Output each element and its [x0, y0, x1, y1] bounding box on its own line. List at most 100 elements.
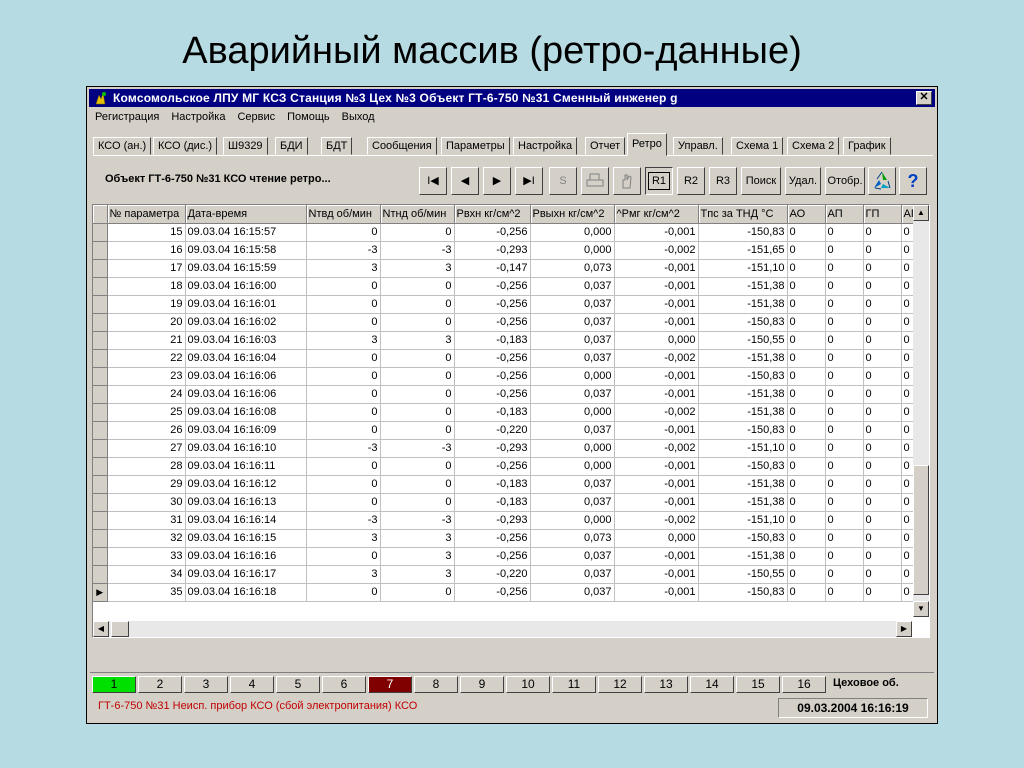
table-cell[interactable]: 0,037 — [530, 493, 615, 512]
table-cell[interactable]: 0 — [380, 583, 455, 602]
table-row[interactable]: 27 09.03.04 16:16:10 -3 -3 -0,293 0,000 -0,002… — [93, 439, 920, 458]
table-cell[interactable]: 0 — [825, 277, 864, 296]
table-cell[interactable]: 3 — [380, 259, 455, 278]
table-cell[interactable]: 0 — [825, 493, 864, 512]
table-cell[interactable]: 09.03.04 16:16:01 — [185, 295, 307, 314]
table-cell[interactable]: 0 — [863, 583, 902, 602]
h-scroll-thumb[interactable] — [111, 621, 129, 637]
table-cell[interactable]: 0 — [306, 223, 381, 242]
table-cell[interactable]: 0,000 — [530, 439, 615, 458]
table-cell[interactable]: 09.03.04 16:16:06 — [185, 385, 307, 404]
table-cell[interactable]: 30 — [107, 493, 186, 512]
table-cell[interactable]: 20 — [107, 313, 186, 332]
table-cell[interactable]: 0 — [306, 385, 381, 404]
table-cell[interactable]: -3 — [306, 439, 381, 458]
table-row[interactable]: 26 09.03.04 16:16:09 0 0 -0,220 0,037 -0,001 -1… — [93, 421, 920, 440]
tab-6[interactable]: Параметры — [441, 137, 510, 155]
table-cell[interactable]: 0 — [787, 277, 826, 296]
column-header[interactable]: АП — [825, 205, 864, 224]
table-cell[interactable]: 09.03.04 16:16:08 — [185, 403, 307, 422]
table-cell[interactable]: -0,001 — [614, 583, 699, 602]
table-cell[interactable]: -0,001 — [614, 493, 699, 512]
row-indicator[interactable] — [93, 367, 108, 386]
table-cell[interactable]: 0,000 — [530, 241, 615, 260]
table-row[interactable]: 24 09.03.04 16:16:06 0 0 -0,256 0,037 -0,001 -1… — [93, 385, 920, 404]
row-indicator[interactable] — [93, 493, 108, 512]
table-cell[interactable]: -0,183 — [454, 403, 531, 422]
table-cell[interactable]: 0 — [863, 547, 902, 566]
tab-0[interactable]: КСО (ан.) — [93, 137, 152, 155]
table-cell[interactable]: -3 — [380, 439, 455, 458]
table-cell[interactable]: -3 — [380, 511, 455, 530]
table-cell[interactable]: 09.03.04 16:15:57 — [185, 223, 307, 242]
table-cell[interactable]: -151,38 — [698, 349, 788, 368]
table-cell[interactable]: 0 — [787, 565, 826, 584]
table-cell[interactable]: 0 — [825, 385, 864, 404]
tab-2[interactable]: Ш9329 — [223, 137, 268, 155]
table-cell[interactable]: 0 — [825, 241, 864, 260]
table-cell[interactable]: -151,38 — [698, 385, 788, 404]
table-cell[interactable]: 0 — [863, 313, 902, 332]
table-cell[interactable]: 0,000 — [614, 331, 699, 350]
table-cell[interactable]: -150,83 — [698, 367, 788, 386]
table-cell[interactable]: 0 — [380, 295, 455, 314]
table-cell[interactable]: 0 — [380, 385, 455, 404]
table-cell[interactable]: -150,83 — [698, 529, 788, 548]
scroll-left-button[interactable]: ◀ — [93, 621, 109, 637]
table-cell[interactable]: 0 — [380, 457, 455, 476]
table-cell[interactable]: -151,38 — [698, 295, 788, 314]
column-header[interactable]: Nтнд об/мин — [380, 205, 455, 224]
table-cell[interactable]: 0 — [380, 421, 455, 440]
table-cell[interactable]: 0 — [825, 547, 864, 566]
table-row[interactable]: 15 09.03.04 16:15:57 0 0 -0,256 0,000 -0,001 -1… — [93, 223, 920, 242]
table-cell[interactable]: 3 — [380, 565, 455, 584]
table-cell[interactable]: 0 — [380, 277, 455, 296]
table-cell[interactable]: -0,001 — [614, 277, 699, 296]
table-cell[interactable]: 0,000 — [530, 457, 615, 476]
table-cell[interactable]: -0,293 — [454, 241, 531, 260]
table-cell[interactable]: 09.03.04 16:16:04 — [185, 349, 307, 368]
table-cell[interactable]: 0 — [787, 313, 826, 332]
table-cell[interactable]: 0 — [787, 421, 826, 440]
table-cell[interactable]: 09.03.04 16:16:13 — [185, 493, 307, 512]
table-cell[interactable]: 0 — [825, 349, 864, 368]
table-cell[interactable]: 31 — [107, 511, 186, 530]
object-tab-5[interactable]: 5 — [276, 676, 320, 693]
table-cell[interactable]: -151,38 — [698, 493, 788, 512]
table-cell[interactable]: 09.03.04 16:16:18 — [185, 583, 307, 602]
table-cell[interactable]: 3 — [306, 565, 381, 584]
table-cell[interactable]: -0,293 — [454, 439, 531, 458]
tab-5[interactable]: Сообщения — [367, 137, 437, 155]
table-cell[interactable]: 0 — [863, 475, 902, 494]
table-cell[interactable]: -0,001 — [614, 259, 699, 278]
table-cell[interactable]: 0,000 — [530, 403, 615, 422]
table-row[interactable]: 17 09.03.04 16:15:59 3 3 -0,147 0,073 -0,001 -1… — [93, 259, 920, 278]
column-header[interactable]: Рвхн кг/см^2 — [454, 205, 531, 224]
table-cell[interactable]: 0 — [825, 529, 864, 548]
menu-item-3[interactable]: Помощь — [281, 109, 336, 127]
table-cell[interactable]: -0,183 — [454, 331, 531, 350]
table-cell[interactable]: 22 — [107, 349, 186, 368]
row-indicator[interactable] — [93, 241, 108, 260]
table-cell[interactable]: 21 — [107, 331, 186, 350]
row-indicator[interactable] — [93, 385, 108, 404]
table-cell[interactable]: 0 — [380, 349, 455, 368]
table-cell[interactable]: 29 — [107, 475, 186, 494]
table-cell[interactable]: -150,83 — [698, 421, 788, 440]
table-cell[interactable]: -0,002 — [614, 403, 699, 422]
table-cell[interactable]: -0,001 — [614, 565, 699, 584]
table-cell[interactable]: 35 — [107, 583, 186, 602]
table-row[interactable]: 31 09.03.04 16:16:14 -3 -3 -0,293 0,000 -0,002… — [93, 511, 920, 530]
tab-8[interactable]: Отчет — [585, 137, 626, 155]
table-cell[interactable]: 0,037 — [530, 583, 615, 602]
table-cell[interactable]: -150,83 — [698, 313, 788, 332]
table-cell[interactable]: -0,256 — [454, 349, 531, 368]
table-cell[interactable]: 0 — [863, 565, 902, 584]
table-cell[interactable]: 0 — [787, 259, 826, 278]
table-cell[interactable]: -0,256 — [454, 529, 531, 548]
object-tab-12[interactable]: 12 — [598, 676, 642, 693]
table-cell[interactable]: -0,256 — [454, 367, 531, 386]
table-cell[interactable]: 3 — [306, 331, 381, 350]
table-cell[interactable]: 0 — [306, 367, 381, 386]
table-cell[interactable]: 09.03.04 16:16:11 — [185, 457, 307, 476]
